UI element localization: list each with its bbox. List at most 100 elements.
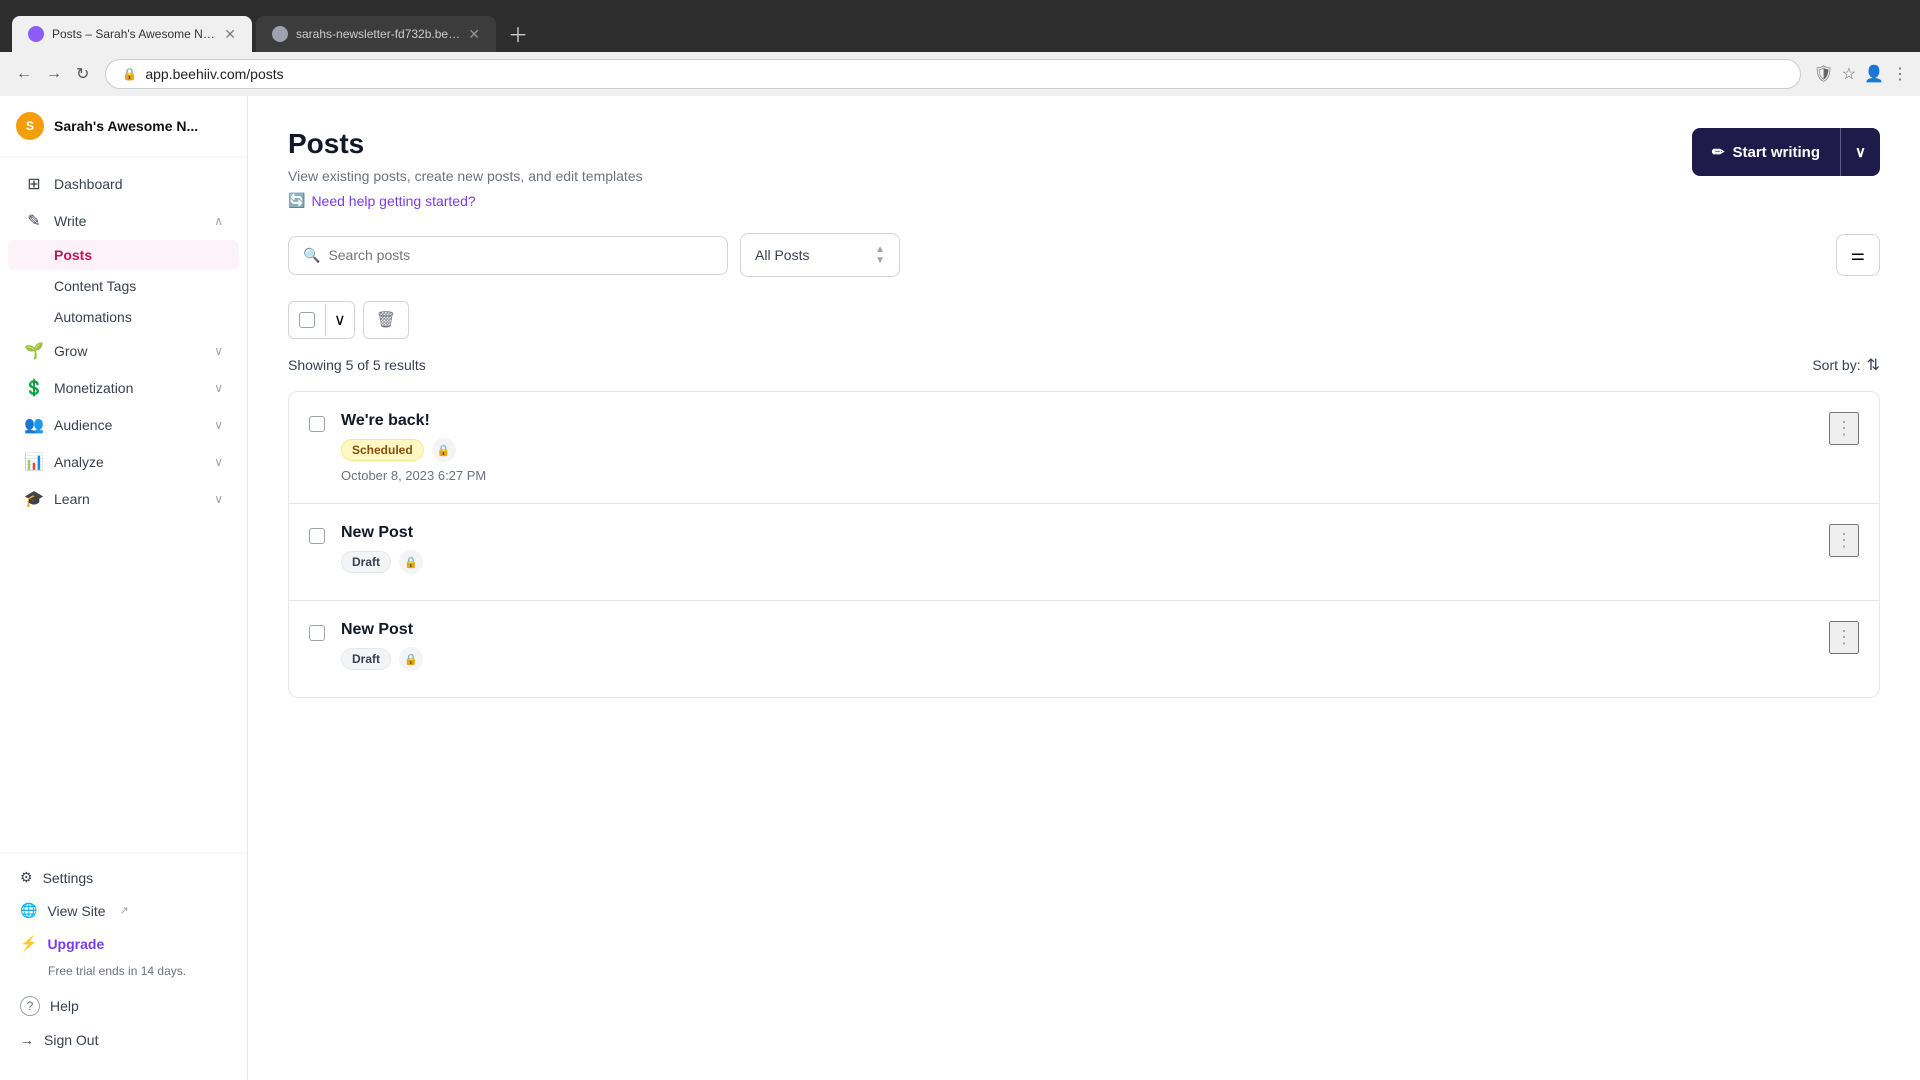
post-2-checkbox[interactable] [309,528,325,544]
write-label: Write [54,213,86,229]
profile-button[interactable]: 👤 [1864,64,1884,84]
sidebar: S Sarah's Awesome N... ⊞ Dashboard ✎ Wri… [0,96,248,1080]
sidebar-item-view-site[interactable]: 🌐 View Site ↗ [8,894,239,927]
learn-label: Learn [54,491,90,507]
search-input[interactable] [328,247,713,263]
sidebar-item-upgrade[interactable]: ⚡ Upgrade [8,927,239,960]
bookmark-button[interactable]: ☆ [1842,64,1856,84]
columns-filter-button[interactable]: ⚌ [1836,234,1880,276]
columns-icon: ⚌ [1851,245,1865,265]
page-header: Posts View existing posts, create new po… [288,128,1880,209]
post-1-content: We're back! Scheduled 🔒 October 8, 2023 … [341,412,1813,483]
settings-label: Settings [43,870,94,886]
filter-select[interactable]: All Posts ▲ ▼ [740,233,900,277]
post-1-checkbox[interactable] [309,416,325,432]
browser-chrome: Posts – Sarah's Awesome Newsl... ✕ sarah… [0,0,1920,52]
post-2-title[interactable]: New Post [341,524,1813,542]
analyze-chevron-icon: ∨ [214,455,223,469]
start-writing-dropdown-arrow[interactable]: ∨ [1841,128,1880,176]
post-3-title[interactable]: New Post [341,621,1813,639]
sidebar-item-grow[interactable]: 🌱 Grow ∨ [8,333,239,369]
trash-icon: 🗑 [376,312,396,329]
post-1-badges: Scheduled 🔒 [341,438,1813,462]
sidebar-item-settings[interactable]: ⚙ Settings [8,861,239,894]
analyze-icon: 📊 [24,452,44,472]
select-dropdown-button[interactable]: ∨ [326,302,354,338]
table-row: New Post Draft 🔒 ⋮ [289,601,1879,697]
monetization-label: Monetization [54,380,133,396]
nav-buttons: ← → ↻ [12,60,93,88]
post-1-date: October 8, 2023 6:27 PM [341,468,1813,483]
start-writing-button[interactable]: ✏ Start writing ∨ [1692,128,1880,176]
browser-tab-2[interactable]: sarahs-newsletter-fd732b.beehi... ✕ [256,16,496,52]
external-link-icon: ↗ [120,904,129,917]
sidebar-item-analyze[interactable]: 📊 Analyze ∨ [8,444,239,480]
view-site-icon: 🌐 [20,902,37,919]
sidebar-item-monetization[interactable]: 💲 Monetization ∨ [8,370,239,406]
automations-label: Automations [54,309,132,325]
help-link-text: Need help getting started? [311,193,475,209]
tab-close-2[interactable]: ✕ [468,26,480,43]
sidebar-item-sign-out[interactable]: → Sign Out [8,1024,239,1056]
audience-label: Audience [54,417,112,433]
audience-chevron-icon: ∨ [214,418,223,432]
sidebar-header: S Sarah's Awesome N... [0,96,247,157]
grow-label: Grow [54,343,87,359]
dashboard-icon: ⊞ [24,174,44,194]
search-box[interactable]: 🔍 [288,236,728,275]
grow-icon: 🌱 [24,341,44,361]
post-2-lock-icon: 🔒 [399,550,423,574]
page-title: Posts [288,128,643,160]
sort-button[interactable]: Sort by: ⇅ [1812,355,1880,375]
sidebar-item-audience[interactable]: 👥 Audience ∨ [8,407,239,443]
post-1-lock-icon: 🔒 [432,438,456,462]
post-2-content: New Post Draft 🔒 [341,524,1813,580]
post-3-content: New Post Draft 🔒 [341,621,1813,677]
tab-2-favicon [272,26,288,42]
sidebar-item-learn[interactable]: 🎓 Learn ∨ [8,481,239,517]
sidebar-item-write[interactable]: ✎ Write ∧ [8,203,239,239]
help-link[interactable]: 🔄 Need help getting started? [288,192,643,209]
new-tab-button[interactable]: ＋ [500,15,536,52]
select-all-checkbox[interactable] [299,312,315,328]
select-all-checkbox-area[interactable] [289,304,326,336]
sort-label: Sort by: [1812,357,1860,373]
app-layout: S Sarah's Awesome N... ⊞ Dashboard ✎ Wri… [0,96,1920,1080]
post-1-more-button[interactable]: ⋮ [1829,412,1859,445]
post-1-status-badge: Scheduled [341,439,424,461]
post-1-title[interactable]: We're back! [341,412,1813,430]
start-writing-label: Start writing [1733,144,1821,161]
pencil-icon: ✏ [1712,143,1725,161]
address-bar-row: ← → ↻ 🔒 app.beehiiv.com/posts 🛡 ☆ 👤 ⋮ [0,52,1920,96]
back-button[interactable]: ← [12,60,36,88]
address-bar[interactable]: 🔒 app.beehiiv.com/posts [105,59,1801,89]
filter-label: All Posts [755,247,809,263]
view-site-label: View Site [47,903,105,919]
address-bar-actions: 🛡 ☆ 👤 ⋮ [1813,64,1908,84]
post-3-status-badge: Draft [341,648,391,670]
page-subtitle: View existing posts, create new posts, a… [288,168,643,184]
forward-button[interactable]: → [42,60,66,88]
sidebar-item-dashboard[interactable]: ⊞ Dashboard [8,166,239,202]
tab-title-2: sarahs-newsletter-fd732b.beehi... [296,27,460,41]
sidebar-item-posts[interactable]: Posts [8,240,239,270]
post-3-lock-icon: 🔒 [399,647,423,671]
post-2-more-button[interactable]: ⋮ [1829,524,1859,557]
sidebar-item-help[interactable]: ? Help [8,988,239,1024]
browser-tab-active[interactable]: Posts – Sarah's Awesome Newsl... ✕ [12,16,252,52]
select-all-dropdown[interactable]: ∨ [288,301,355,339]
sidebar-item-content-tags[interactable]: Content Tags [8,271,239,301]
extensions-button[interactable]: 🛡 [1813,64,1833,84]
refresh-button[interactable]: ↻ [72,60,93,88]
more-button[interactable]: ⋮ [1892,64,1908,84]
post-3-checkbox[interactable] [309,625,325,641]
tab-title-active: Posts – Sarah's Awesome Newsl... [52,27,216,41]
sidebar-item-automations[interactable]: Automations [8,302,239,332]
results-count: Showing 5 of 5 results [288,357,426,373]
sidebar-brand: Sarah's Awesome N... [54,118,198,134]
post-3-more-button[interactable]: ⋮ [1829,621,1859,654]
delete-button[interactable]: 🗑 [363,301,409,339]
lock-icon: 🔒 [122,67,137,81]
search-icon: 🔍 [303,247,320,264]
tab-close-active[interactable]: ✕ [224,26,236,43]
